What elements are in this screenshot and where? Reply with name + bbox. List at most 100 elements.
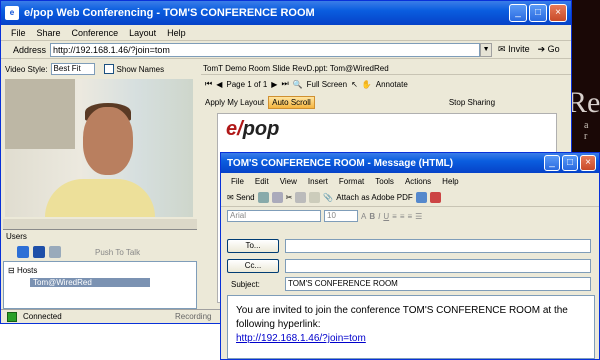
- users-tree: ⊟ Hosts Tom@WiredRed: [3, 261, 197, 309]
- minimize-button[interactable]: _: [509, 4, 527, 22]
- msg-menu-help[interactable]: Help: [442, 177, 458, 186]
- status-connected: Connected: [23, 312, 62, 321]
- play-icon[interactable]: [17, 246, 29, 258]
- title-bar[interactable]: e e/pop Web Conferencing - TOM'S CONFERE…: [1, 1, 571, 25]
- auto-scroll-button[interactable]: Auto Scroll: [268, 95, 315, 109]
- address-dropdown-icon[interactable]: ▼: [480, 42, 493, 57]
- cc-field[interactable]: [285, 259, 591, 273]
- invite-button[interactable]: ✉ Invite: [498, 44, 530, 55]
- align-center-icon[interactable]: ≡: [400, 212, 405, 221]
- stop-sharing-button[interactable]: Stop Sharing: [449, 98, 495, 107]
- importance-icon[interactable]: [429, 192, 441, 203]
- bullets-icon[interactable]: ☰: [415, 212, 422, 221]
- message-body[interactable]: You are invited to join the conference T…: [227, 295, 595, 359]
- bold-icon[interactable]: B: [369, 212, 375, 221]
- save-icon[interactable]: [257, 192, 269, 203]
- user-item[interactable]: Tom@WiredRed: [30, 278, 150, 287]
- presentation-toolbar-2: Apply My Layout Auto Scroll Stop Sharing: [201, 93, 571, 111]
- body-text: You are invited to join the conference T…: [236, 305, 568, 330]
- users-toolbar: Push To Talk: [3, 243, 197, 261]
- video-style-label: Video Style:: [5, 64, 48, 74]
- first-page-icon[interactable]: ⏮: [205, 79, 212, 89]
- full-screen-button[interactable]: Full Screen: [307, 80, 347, 89]
- menu-file[interactable]: File: [11, 28, 26, 38]
- address-label: Address: [13, 44, 47, 55]
- send-button[interactable]: ✉ Send: [227, 193, 255, 202]
- address-book-icon[interactable]: [415, 192, 427, 203]
- msg-menu-file[interactable]: File: [231, 177, 244, 186]
- paste-icon[interactable]: [309, 192, 321, 203]
- users-header: Users: [3, 229, 197, 243]
- attach-icon[interactable]: 📎: [323, 193, 333, 202]
- message-maximize-button[interactable]: □: [562, 155, 578, 171]
- to-field[interactable]: [285, 239, 591, 253]
- camera-icon[interactable]: [49, 246, 61, 258]
- menu-conference[interactable]: Conference: [72, 28, 119, 38]
- italic-icon[interactable]: I: [378, 212, 380, 221]
- go-button[interactable]: ➔ Go: [538, 44, 560, 55]
- video-style-select[interactable]: Best Fit: [50, 63, 95, 75]
- address-input[interactable]: [50, 42, 481, 57]
- align-left-icon[interactable]: ≡: [392, 212, 397, 221]
- last-page-icon[interactable]: ⏭: [281, 79, 288, 89]
- close-button[interactable]: ×: [549, 4, 567, 22]
- apply-layout-button[interactable]: Apply My Layout: [205, 98, 264, 107]
- cc-button[interactable]: Cc...: [227, 259, 279, 273]
- message-minimize-button[interactable]: _: [544, 155, 560, 171]
- maximize-button[interactable]: □: [529, 4, 547, 22]
- push-to-talk-button[interactable]: Push To Talk: [95, 248, 140, 257]
- msg-menu-edit[interactable]: Edit: [255, 177, 269, 186]
- menu-share[interactable]: Share: [37, 28, 61, 38]
- connected-icon: [7, 311, 17, 322]
- msg-menu-insert[interactable]: Insert: [308, 177, 328, 186]
- font-select[interactable]: Arial: [227, 210, 321, 222]
- to-button[interactable]: To...: [227, 239, 279, 253]
- align-right-icon[interactable]: ≡: [407, 212, 412, 221]
- msg-menu-actions[interactable]: Actions: [405, 177, 431, 186]
- message-close-button[interactable]: ×: [580, 155, 596, 171]
- print-icon[interactable]: [271, 192, 283, 203]
- subject-label: Subject:: [231, 279, 260, 289]
- hand-icon[interactable]: ✋: [362, 80, 372, 89]
- left-panel: Video Style: Best Fit Show Names Users P…: [3, 61, 197, 309]
- message-window: TOM'S CONFERENCE ROOM - Message (HTML) _…: [220, 152, 600, 360]
- font-size-select[interactable]: 10: [324, 210, 358, 222]
- pointer-icon[interactable]: ↖: [351, 80, 358, 89]
- hosts-node[interactable]: ⊟ Hosts: [8, 266, 37, 275]
- underline-icon[interactable]: U: [383, 212, 389, 221]
- subject-field[interactable]: TOM'S CONFERENCE ROOM: [285, 277, 591, 291]
- app-icon: e: [5, 6, 19, 20]
- format-toolbar: Arial 10 A B I U ≡ ≡ ≡ ☰: [221, 207, 599, 225]
- video-splitter[interactable]: [3, 219, 197, 229]
- page-indicator: Page 1 of 1: [226, 79, 268, 89]
- menu-help[interactable]: Help: [167, 28, 186, 38]
- presentation-toolbar: ⏮ ◀ Page 1 of 1 ▶ ⏭ 🔍 Full Screen ↖ ✋ An…: [201, 75, 571, 93]
- message-title: TOM'S CONFERENCE ROOM - Message (HTML): [227, 157, 454, 169]
- status-recording: Recording: [175, 312, 212, 321]
- message-toolbar: ✉ Send ✂ 📎 Attach as Adobe PDF: [221, 189, 599, 207]
- msg-menu-format[interactable]: Format: [339, 177, 364, 186]
- annotate-button[interactable]: Annotate: [376, 80, 408, 89]
- cut-icon[interactable]: ✂: [286, 193, 293, 202]
- msg-menu-view[interactable]: View: [280, 177, 297, 186]
- background-brand-sub: a r: [584, 120, 591, 142]
- menu-bar: File Share Conference Layout Help: [1, 25, 571, 41]
- show-names-checkbox[interactable]: [103, 64, 114, 74]
- window-title: e/pop Web Conferencing - TOM'S CONFERENC…: [24, 7, 315, 19]
- message-menu-bar: File Edit View Insert Format Tools Actio…: [221, 173, 599, 189]
- show-names-label: Show Names: [116, 64, 165, 74]
- msg-menu-tools[interactable]: Tools: [375, 177, 394, 186]
- prev-page-icon[interactable]: ◀: [216, 80, 222, 89]
- message-title-bar[interactable]: TOM'S CONFERENCE ROOM - Message (HTML): [221, 153, 599, 173]
- presentation-title: TomT Demo Room Slide RevD.ppt: Tom@Wired…: [201, 63, 571, 75]
- slide-logo: e/pop: [226, 118, 280, 140]
- attach-pdf-button[interactable]: Attach as Adobe PDF: [336, 193, 413, 202]
- font-color-icon[interactable]: A: [361, 212, 366, 221]
- address-bar: Address ▼ ✉ Invite ➔ Go: [1, 41, 571, 59]
- stop-icon[interactable]: [33, 246, 45, 258]
- copy-icon[interactable]: [295, 192, 307, 203]
- join-link[interactable]: http://192.168.1.46/?join=tom: [236, 333, 366, 344]
- zoom-icon[interactable]: 🔍: [293, 80, 303, 89]
- menu-layout[interactable]: Layout: [129, 28, 156, 38]
- next-page-icon[interactable]: ▶: [271, 80, 277, 89]
